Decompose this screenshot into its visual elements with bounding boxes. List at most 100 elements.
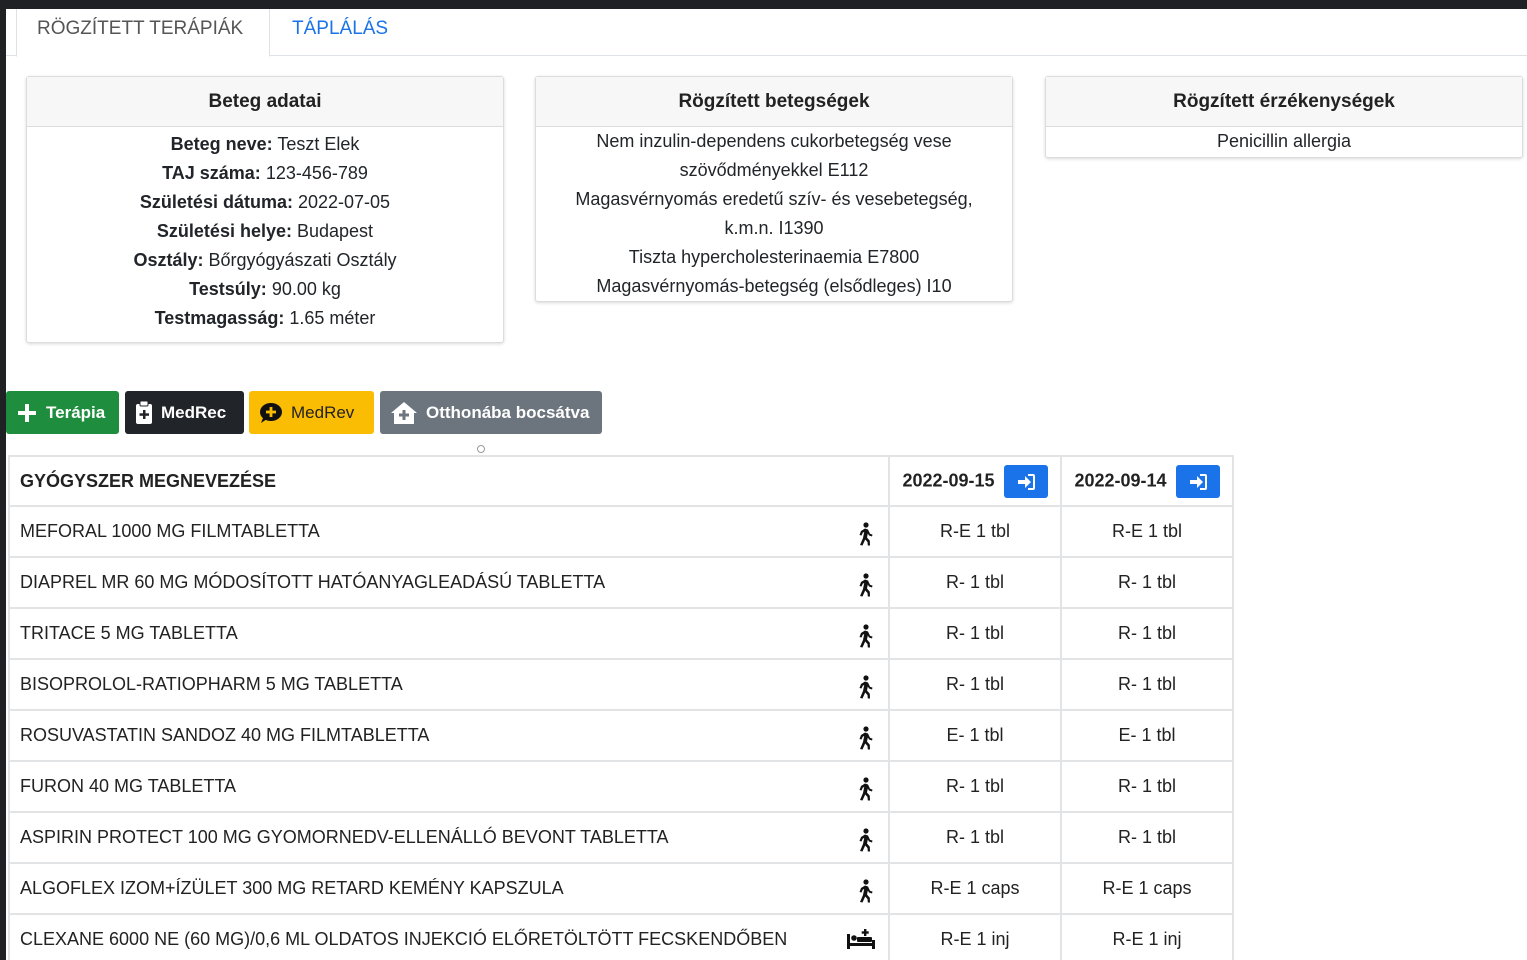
dose-cell[interactable]: R-E 1 caps (888, 862, 1063, 915)
table-row[interactable]: ALGOFLEX IZOM+ÍZÜLET 300 MG RETARD KEMÉN… (7, 862, 1234, 915)
walking-icon (856, 726, 874, 755)
dose-cell[interactable]: R- 1 tbl (1060, 607, 1234, 660)
patient-field: Testmagasság: 1.65 méter (27, 304, 503, 333)
disease-line: Nem inzulin-dependens cukorbetegség vese (596, 131, 952, 151)
walking-icon (856, 828, 874, 857)
date-label: 2022-09-14 (1074, 469, 1167, 490)
tab-nutrition[interactable]: TÁPLÁLÁS (272, 9, 412, 56)
field-value: 90.00 kg (271, 279, 341, 299)
field-label: Testmagasság: (154, 308, 285, 328)
patient-field: Születési dátuma: 2022-07-05 (27, 188, 503, 217)
patient-field: Osztály: Bőrgyógyászati Osztály (27, 246, 503, 275)
drug-name-cell: ASPIRIN PROTECT 100 MG GYOMORNEDV-ELLENÁ… (7, 811, 891, 864)
plus-icon (18, 403, 36, 422)
dose-cell[interactable]: R- 1 tbl (1060, 811, 1234, 864)
tab-recorded-therapies[interactable]: RÖGZÍTETT TERÁPIÁK (16, 9, 270, 57)
dose-cell[interactable]: R-E 1 tbl (888, 505, 1063, 558)
table-row[interactable]: CLEXANE 6000 NE (60 MG)/0,6 ML OLDATOS I… (7, 913, 1234, 960)
drug-name-cell: CLEXANE 6000 NE (60 MG)/0,6 ML OLDATOS I… (7, 913, 891, 960)
open-date-button[interactable] (1003, 464, 1048, 498)
walking-icon (856, 879, 874, 908)
drug-name: ASPIRIN PROTECT 100 MG GYOMORNEDV-ELLENÁ… (20, 827, 669, 847)
dose-cell[interactable]: R- 1 tbl (888, 556, 1063, 609)
dose-cell[interactable]: R- 1 tbl (888, 811, 1063, 864)
field-label: Testsúly: (189, 279, 267, 299)
field-label: TAJ száma: (162, 163, 261, 183)
clipboard-medical-icon (136, 400, 152, 424)
dose-cell[interactable]: R-E 1 inj (1060, 913, 1234, 960)
drug-name-cell: MEFORAL 1000 MG FILMTABLETTA (7, 505, 891, 558)
drug-name-cell: FURON 40 MG TABLETTA (7, 760, 891, 813)
patient-field: TAJ száma: 123-456-789 (27, 159, 503, 188)
field-value: Bőrgyógyászati Osztály (208, 250, 397, 270)
dose-cell[interactable]: E- 1 tbl (888, 709, 1063, 762)
open-date-button[interactable] (1175, 464, 1220, 498)
sign-in-icon (1017, 473, 1035, 490)
sign-in-icon (1189, 473, 1207, 490)
drug-name: ROSUVASTATIN SANDOZ 40 MG FILMTABLETTA (20, 725, 430, 745)
table-row[interactable]: FURON 40 MG TABLETTA R- 1 tbl R- 1 tbl (7, 760, 1234, 813)
table-row[interactable]: ASPIRIN PROTECT 100 MG GYOMORNEDV-ELLENÁ… (7, 811, 1234, 864)
walking-icon (856, 624, 874, 653)
walking-icon (856, 777, 874, 806)
field-label: Osztály: (133, 250, 204, 270)
field-label: Születési dátuma: (139, 192, 293, 212)
disease-line: Tiszta hypercholesterinaemia E7800 (628, 247, 920, 267)
table-row[interactable]: BISOPROLOL-RATIOPHARM 5 MG TABLETTA R- 1 … (7, 658, 1234, 711)
dose-cell[interactable]: R- 1 tbl (1060, 556, 1234, 609)
disease-line: Magasvérnyomás eredetű szív- és vesebete… (575, 189, 973, 209)
disease-line: szövődményekkel E112 (679, 160, 869, 180)
dose-cell[interactable]: R- 1 tbl (888, 760, 1063, 813)
dose-cell[interactable]: R- 1 tbl (888, 607, 1063, 660)
table-row[interactable]: DIAPREL MR 60 MG MÓDOSÍTOTT HATÓANYAGLEA… (7, 556, 1234, 609)
date-column-header: 2022-09-14 (1060, 455, 1234, 507)
discharged-home-button[interactable]: Otthonába bocsátva (380, 391, 602, 434)
field-label: Születési helye: (156, 221, 292, 241)
sensitivities-card-title: Rögzített érzékenységek (1046, 77, 1522, 127)
patient-field: Beteg neve: Teszt Elek (27, 130, 503, 159)
diseases-card-title: Rögzített betegségek (536, 77, 1012, 127)
bed-icon (846, 928, 876, 955)
drug-name-cell: TRITACE 5 MG TABLETTA (7, 607, 891, 660)
walking-icon (856, 675, 874, 704)
recorded-sensitivities-card: Rögzített érzékenységek Penicillin aller… (1045, 76, 1523, 158)
dose-cell[interactable]: R-E 1 caps (1060, 862, 1234, 915)
field-label: Beteg neve: (170, 134, 273, 154)
therapy-button-label: Terápia (46, 403, 106, 422)
dose-cell[interactable]: R- 1 tbl (1060, 658, 1234, 711)
table-row[interactable]: ROSUVASTATIN SANDOZ 40 MG FILMTABLETTA E-… (7, 709, 1234, 762)
tab-bar: RÖGZÍTETT TERÁPIÁK TÁPLÁLÁS (6, 9, 1527, 57)
drug-name: TRITACE 5 MG TABLETTA (20, 623, 238, 643)
recorded-diseases-card: Rögzített betegségek Nem inzulin-depende… (535, 76, 1013, 302)
medrec-button[interactable]: MedRec (125, 391, 244, 434)
drug-name-cell: BISOPROLOL-RATIOPHARM 5 MG TABLETTA (7, 658, 891, 711)
date-label: 2022-09-15 (902, 469, 995, 490)
dose-cell[interactable]: E- 1 tbl (1060, 709, 1234, 762)
field-value: 2022-07-05 (297, 192, 391, 212)
dose-cell[interactable]: R-E 1 tbl (1060, 505, 1234, 558)
drug-name-column-header: GYÓGYSZER MEGNEVEZÉSE (7, 455, 891, 507)
add-therapy-button[interactable]: Terápia (6, 391, 119, 434)
dose-cell[interactable]: R- 1 tbl (888, 658, 1063, 711)
field-value: 123-456-789 (265, 163, 368, 183)
patient-card-title: Beteg adatai (27, 77, 503, 127)
resize-handle[interactable] (477, 445, 485, 453)
medrev-button[interactable]: MedRev (249, 391, 374, 434)
home-button-label: Otthonába bocsátva (426, 403, 590, 422)
comment-medical-icon (260, 402, 282, 423)
sensitivity-item: Penicillin allergia (1216, 131, 1352, 151)
medication-table-body: MEFORAL 1000 MG FILMTABLETTA R-E 1 tbl R-E… (7, 505, 1234, 960)
drug-name: FURON 40 MG TABLETTA (20, 776, 237, 796)
walking-icon (856, 573, 874, 602)
drug-name: MEFORAL 1000 MG FILMTABLETTA (20, 521, 320, 541)
dose-cell[interactable]: R-E 1 inj (888, 913, 1063, 960)
medrec-button-label: MedRec (161, 403, 227, 422)
table-row[interactable]: MEFORAL 1000 MG FILMTABLETTA R-E 1 tbl R-E… (7, 505, 1234, 558)
dose-cell[interactable]: R- 1 tbl (1060, 760, 1234, 813)
drug-name-cell: ALGOFLEX IZOM+ÍZÜLET 300 MG RETARD KEMÉN… (7, 862, 891, 915)
field-value: Teszt Elek (277, 134, 360, 154)
table-row[interactable]: TRITACE 5 MG TABLETTA R- 1 tbl R- 1 tbl (7, 607, 1234, 660)
drug-name-cell: DIAPREL MR 60 MG MÓDOSÍTOTT HATÓANYAGLEA… (7, 556, 891, 609)
house-medical-icon (391, 401, 417, 424)
patient-field: Születési helye: Budapest (27, 217, 503, 246)
